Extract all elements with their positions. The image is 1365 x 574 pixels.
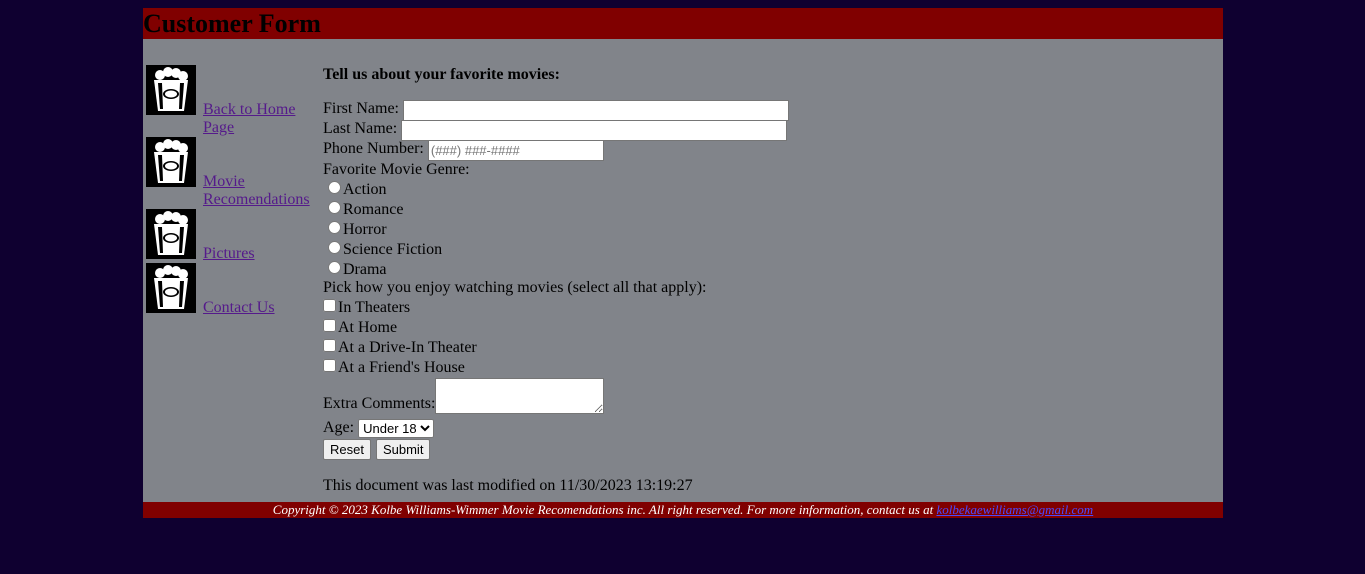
nav-link-recommendations[interactable]: Movie Recomendations <box>203 173 315 209</box>
watch-option-label: At Home <box>338 319 398 336</box>
genre-radio-horror[interactable] <box>328 221 341 234</box>
last-name-row: Last Name: <box>323 119 789 141</box>
genre-option-label: Action <box>343 181 387 198</box>
first-name-label: First Name: <box>323 100 399 117</box>
popcorn-icon <box>146 65 196 115</box>
last-name-label: Last Name: <box>323 120 398 137</box>
genre-option-label: Horror <box>343 221 387 238</box>
page-title: Customer Form <box>143 9 321 38</box>
genre-option: Romance <box>323 200 789 220</box>
first-name-row: First Name: <box>323 99 789 121</box>
sidebar-item-contact: Contact Us <box>146 263 316 317</box>
sidebar-nav: Back to Home Page Movie Recomendations P… <box>146 65 316 317</box>
header-banner: Customer Form <box>143 8 1223 39</box>
comments-label: Extra Comments: <box>323 395 436 412</box>
reset-button[interactable]: Reset <box>323 439 371 460</box>
watch-checkbox-theaters[interactable] <box>323 299 336 312</box>
popcorn-icon <box>146 137 196 187</box>
form-heading: Tell us about your favorite movies: <box>323 66 560 83</box>
contact-email-link[interactable]: kolbekaewilliams@gmail.com <box>936 502 1093 517</box>
popcorn-icon <box>146 263 196 313</box>
genre-radio-action[interactable] <box>328 181 341 194</box>
first-name-input[interactable] <box>403 100 789 121</box>
watch-checkbox-drive-in[interactable] <box>323 339 336 352</box>
watch-checkbox-friends[interactable] <box>323 359 336 372</box>
phone-input[interactable] <box>427 140 604 161</box>
popcorn-icon <box>146 209 196 259</box>
genre-option: Action <box>323 180 789 200</box>
last-modified-text: This document was last modified on 11/30… <box>323 477 693 494</box>
main-content: Back to Home Page Movie Recomendations P… <box>143 39 1223 502</box>
comments-row: Extra Comments: <box>323 378 789 418</box>
customer-form: Tell us about your favorite movies: Firs… <box>323 65 789 496</box>
genre-option: Drama <box>323 260 789 278</box>
genre-radio-drama[interactable] <box>328 261 341 274</box>
genre-label: Favorite Movie Genre: <box>323 161 470 178</box>
watch-option-label: At a Friend's House <box>338 359 465 376</box>
phone-row: Phone Number: <box>323 139 789 161</box>
genre-option-label: Drama <box>343 261 387 278</box>
genre-option-label: Science Fiction <box>343 241 443 258</box>
watch-option: At a Friend's House <box>323 358 789 378</box>
watch-option: At a Drive-In Theater <box>323 338 789 358</box>
age-select[interactable]: Under 18 <box>358 419 435 438</box>
genre-option-label: Romance <box>343 201 404 218</box>
watch-option: In Theaters <box>323 298 789 318</box>
page-container: Customer Form Back to Home Page Movie Re… <box>143 8 1223 518</box>
watch-option: At Home <box>323 318 789 338</box>
watch-label: Pick how you enjoy watching movies (sele… <box>323 279 707 296</box>
watch-option-label: In Theaters <box>338 299 411 316</box>
nav-link-home[interactable]: Back to Home Page <box>203 101 315 137</box>
genre-option: Horror <box>323 220 789 240</box>
comments-textarea[interactable] <box>435 378 605 414</box>
last-name-input[interactable] <box>401 120 788 141</box>
age-label: Age: <box>323 419 355 436</box>
sidebar-item-recommendations: Movie Recomendations <box>146 137 316 209</box>
sidebar-item-home: Back to Home Page <box>146 65 316 137</box>
submit-button[interactable]: Submit <box>375 439 431 460</box>
genre-radio-romance[interactable] <box>328 201 341 214</box>
nav-link-contact[interactable]: Contact Us <box>203 299 315 317</box>
button-row: Reset Submit <box>323 439 789 461</box>
sidebar-item-pictures: Pictures <box>146 209 316 263</box>
footer-banner: Copyright © 2023 Kolbe Williams-Wimmer M… <box>143 502 1223 518</box>
phone-label: Phone Number: <box>323 140 424 157</box>
watch-option-label: At a Drive-In Theater <box>338 339 477 356</box>
genre-option: Science Fiction <box>323 240 789 260</box>
age-row: Age: Under 18 <box>323 418 789 438</box>
watch-checkbox-home[interactable] <box>323 319 336 332</box>
genre-radio-scifi[interactable] <box>328 241 341 254</box>
nav-link-pictures[interactable]: Pictures <box>203 245 315 263</box>
copyright-text: Copyright © 2023 Kolbe Williams-Wimmer M… <box>272 502 934 517</box>
